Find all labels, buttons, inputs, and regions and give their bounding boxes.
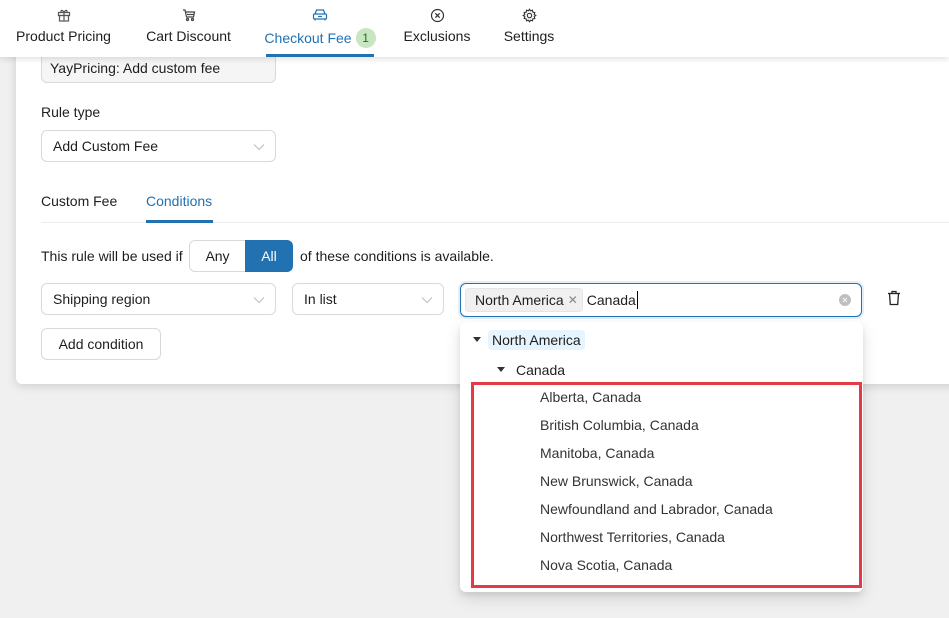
tree-node-title: North America <box>488 330 585 350</box>
tab-conditions[interactable]: Conditions <box>146 193 212 209</box>
tab-label: Settings <box>503 28 555 44</box>
car-icon <box>312 7 328 23</box>
tab-label: Exclusions <box>403 28 471 44</box>
tree-leaf-newfoundland[interactable]: Newfoundland and Labrador, Canada <box>540 501 773 517</box>
close-icon[interactable]: ✕ <box>568 293 578 307</box>
rule-type-label: Rule type <box>41 104 101 120</box>
tree-leaf-manitoba[interactable]: Manitoba, Canada <box>540 445 654 461</box>
condition-suffix-text: of these conditions is available. <box>300 248 494 264</box>
cart-icon <box>181 7 197 23</box>
match-any-button[interactable]: Any <box>189 240 245 272</box>
tree-leaf-alberta[interactable]: Alberta, Canada <box>540 389 641 405</box>
search-value: Canada <box>586 292 636 308</box>
tab-label: Cart Discount <box>146 28 231 44</box>
rule-type-value: Add Custom Fee <box>53 138 159 154</box>
tree-leaf-northwest-territories[interactable]: Northwest Territories, Canada <box>540 529 725 545</box>
gear-icon <box>521 7 537 23</box>
selected-tag: North America ✕ <box>465 288 583 312</box>
add-condition-button[interactable]: Add condition <box>41 328 161 360</box>
tree-node-title: Canada <box>516 362 566 378</box>
caret-down-icon[interactable] <box>472 335 482 345</box>
condition-field-select[interactable]: Shipping region <box>41 283 276 315</box>
tag-label: North America <box>475 292 564 308</box>
tree-leaf-british-columbia[interactable]: British Columbia, Canada <box>540 417 699 433</box>
tab-checkout-fee[interactable]: Checkout Fee 1 <box>264 0 376 57</box>
tab-cart-discount[interactable]: Cart Discount <box>146 0 231 57</box>
top-navigation: Product Pricing Cart Discount Checkout F… <box>0 0 949 57</box>
condition-field-value: Shipping region <box>53 291 151 307</box>
clear-icon[interactable]: ✕ <box>839 294 851 306</box>
tab-custom-fee[interactable]: Custom Fee <box>41 193 117 209</box>
chevron-down-icon <box>253 138 265 154</box>
search-input[interactable]: Canada <box>587 291 638 309</box>
count-badge: 1 <box>355 28 376 48</box>
active-tab-indicator <box>146 220 213 223</box>
chevron-down-icon <box>253 291 265 307</box>
rule-name-value: YayPricing: Add custom fee <box>50 59 221 76</box>
tree-node-north-america[interactable]: North America <box>472 330 585 350</box>
region-tree-select[interactable]: North America ✕ Canada ✕ <box>460 283 862 317</box>
tab-label: Product Pricing <box>16 28 111 44</box>
match-all-button[interactable]: All <box>245 240 293 272</box>
tree-leaf-nova-scotia[interactable]: Nova Scotia, Canada <box>540 557 672 573</box>
tab-label-text: Checkout Fee <box>264 30 352 46</box>
circle-x-icon <box>429 7 445 23</box>
chevron-down-icon <box>421 291 433 307</box>
gift-icon <box>56 7 72 23</box>
tree-leaf-new-brunswick[interactable]: New Brunswick, Canada <box>540 473 693 489</box>
tab-settings[interactable]: Settings <box>503 0 555 57</box>
tab-product-pricing[interactable]: Product Pricing <box>16 0 111 57</box>
rule-type-select[interactable]: Add Custom Fee <box>41 130 276 162</box>
tree-node-canada[interactable]: Canada <box>496 360 569 380</box>
operator-value: In list <box>304 291 337 307</box>
match-mode-toggle: Any All <box>189 240 293 272</box>
operator-select[interactable]: In list <box>292 283 444 315</box>
tab-exclusions[interactable]: Exclusions <box>403 0 471 57</box>
caret-down-icon[interactable] <box>496 365 506 375</box>
condition-prefix-text: This rule will be used if <box>41 248 183 264</box>
trash-icon[interactable] <box>887 290 901 309</box>
text-caret <box>636 291 638 309</box>
tab-label: Checkout Fee 1 <box>264 28 376 48</box>
